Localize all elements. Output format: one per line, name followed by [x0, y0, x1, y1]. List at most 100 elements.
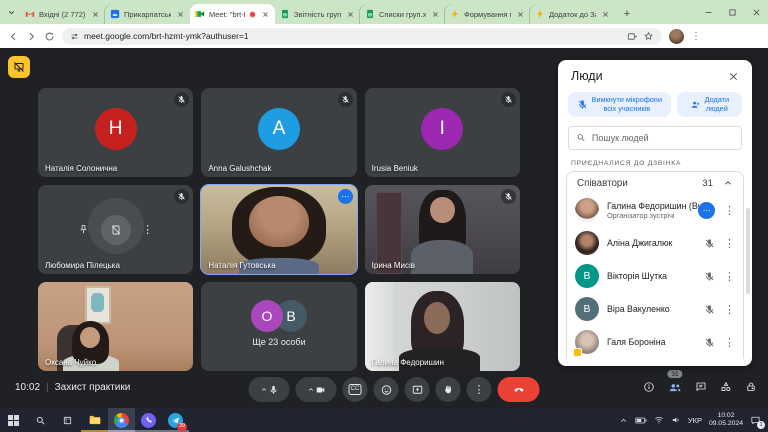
panel-scrollbar[interactable] — [746, 208, 750, 294]
mic-off-icon — [704, 271, 715, 282]
video-tile[interactable]: Ірина Мисів — [365, 185, 520, 274]
viber-button[interactable] — [135, 408, 162, 432]
wifi-icon[interactable] — [654, 415, 664, 425]
language-indicator[interactable]: УКР — [688, 416, 702, 425]
tab-close-icon[interactable] — [600, 9, 610, 19]
participant-name: Наталія Солонична — [45, 164, 117, 173]
row-menu-button[interactable]: ⋮ — [724, 303, 735, 316]
speaker-icon[interactable] — [671, 415, 681, 425]
tab-close-icon[interactable] — [175, 9, 185, 19]
people-button[interactable]: 31 — [668, 380, 682, 394]
video-tile[interactable]: Н Наталія Солонична — [38, 88, 193, 177]
participant-row[interactable]: Галя Бороніна ⋮ — [567, 326, 743, 359]
tab-close-icon[interactable] — [430, 9, 440, 19]
tab-doc-2[interactable]: Додаток до За — [530, 4, 615, 24]
tab-media-icon[interactable] — [627, 31, 638, 42]
captions-button[interactable]: CC — [343, 377, 368, 402]
chat-button[interactable] — [695, 381, 707, 393]
action-center-button[interactable]: 1 — [750, 415, 761, 426]
browser-profile-avatar[interactable] — [669, 29, 684, 44]
tab-site[interactable]: Прикарпатськи — [105, 4, 190, 24]
row-menu-button[interactable]: ⋮ — [724, 336, 735, 349]
forward-button[interactable] — [26, 31, 37, 42]
tab-label: Додаток до За — [549, 10, 596, 19]
tab-close-icon[interactable] — [515, 9, 525, 19]
group-header[interactable]: Співавтори 31 — [567, 172, 743, 194]
back-button[interactable] — [8, 31, 19, 42]
participant-row[interactable]: Аліна Джигалюк ⋮ — [567, 227, 743, 260]
row-menu-button[interactable]: ⋮ — [724, 270, 735, 283]
tile-more-options-icon[interactable]: ⋮ — [138, 220, 158, 240]
reload-button[interactable] — [44, 31, 55, 42]
file-explorer-button[interactable] — [81, 408, 108, 432]
window-maximize-button[interactable] — [720, 0, 744, 24]
bolt-icon — [535, 9, 545, 19]
mic-button[interactable] — [249, 377, 290, 402]
participant-row[interactable]: В Віра Вакуленко ⋮ — [567, 293, 743, 326]
tab-close-icon[interactable] — [260, 9, 270, 19]
tab-gmail[interactable]: Вхідні (2 772) - — [20, 4, 105, 24]
video-tile[interactable]: Оксана Чуйко — [38, 282, 193, 371]
participant-row[interactable]: В Вікторія Шутка ⋮ — [567, 260, 743, 293]
row-menu-button[interactable]: ⋮ — [724, 237, 735, 250]
tab-close-icon[interactable] — [345, 9, 355, 19]
avatar: A — [258, 108, 300, 150]
tab-close-icon[interactable] — [90, 9, 100, 19]
battery-icon[interactable] — [635, 416, 647, 425]
tab-doc-1[interactable]: Формування пр — [445, 4, 530, 24]
info-button[interactable] — [643, 381, 655, 393]
tab-label: Звітність груп — [294, 10, 341, 19]
fullscreen-tile-icon[interactable] — [101, 215, 131, 245]
reactions-button[interactable] — [374, 377, 399, 402]
chrome-taskbar-button[interactable] — [108, 408, 135, 432]
taskbar-clock[interactable]: 10:02 09.05.2024 — [709, 412, 743, 429]
end-call-button[interactable] — [498, 377, 540, 402]
url-bar[interactable]: meet.google.com/brt-hzmt-ymk?authuser=1 — [62, 28, 662, 45]
activities-button[interactable] — [720, 381, 732, 393]
folder-icon — [88, 413, 102, 427]
add-people-label: Додатилюдей — [705, 95, 730, 114]
presentation-warning-icon[interactable] — [8, 56, 30, 78]
bookmark-star-icon[interactable] — [643, 31, 654, 42]
telegram-button[interactable]: 39 — [162, 408, 189, 432]
panel-actions: Вимкнути мікрофонивсіх учасників Додатил… — [558, 88, 752, 119]
self-options-badge-icon[interactable]: ⋯ — [698, 202, 715, 219]
participant-row[interactable]: Галина Федоришин (Ви) Організатор зустрі… — [567, 194, 743, 227]
video-tile[interactable]: A Anna Galushchak — [201, 88, 356, 177]
search-field[interactable] — [568, 126, 742, 150]
add-people-button[interactable]: Додатилюдей — [677, 92, 742, 117]
more-options-button[interactable]: ⋮ — [467, 377, 492, 402]
pin-icon[interactable] — [74, 220, 94, 240]
participant-count-badge: 31 — [667, 370, 682, 378]
host-controls-button[interactable] — [745, 381, 757, 393]
mute-all-button[interactable]: Вимкнути мікрофонивсіх учасників — [568, 92, 671, 117]
site-settings-icon — [70, 32, 79, 41]
video-tile[interactable]: ⋮ Любомира Пілецька — [38, 185, 193, 274]
tab-sheets-2[interactable]: Списки груп.xls — [360, 4, 445, 24]
video-tile[interactable]: I Irusia Beniuk — [365, 88, 520, 177]
tile-options-badge-icon[interactable]: ⋯ — [338, 189, 353, 204]
start-button[interactable] — [0, 408, 27, 432]
tab-sheets-1[interactable]: Звітність груп — [275, 4, 360, 24]
task-view-button[interactable] — [54, 408, 81, 432]
window-close-button[interactable] — [744, 0, 768, 24]
more-people-tile[interactable]: О В Ще 23 особи — [201, 282, 356, 371]
video-tile[interactable]: Галина Федоришин — [365, 282, 520, 371]
new-tab-button[interactable]: + — [619, 6, 635, 22]
chat-icon — [695, 381, 707, 393]
window-minimize-button[interactable] — [696, 0, 720, 24]
taskbar-search-button[interactable] — [27, 408, 54, 432]
lock-icon — [745, 381, 757, 393]
raise-hand-button[interactable] — [436, 377, 461, 402]
tab-search-button[interactable] — [3, 4, 20, 21]
tab-meet-active[interactable]: Meet: "brt-h — [190, 4, 275, 24]
present-button[interactable] — [405, 377, 430, 402]
browser-menu-button[interactable]: ⋮ — [691, 31, 701, 42]
camera-button[interactable] — [296, 377, 337, 402]
tray-chevron-up-icon[interactable] — [619, 416, 628, 425]
row-menu-button[interactable]: ⋮ — [724, 204, 735, 217]
chevron-up-icon[interactable] — [723, 178, 733, 188]
panel-close-button[interactable] — [728, 71, 739, 82]
video-tile-speaking[interactable]: ⋯ Наталія Гутовська — [201, 185, 356, 274]
search-input[interactable] — [592, 133, 734, 143]
